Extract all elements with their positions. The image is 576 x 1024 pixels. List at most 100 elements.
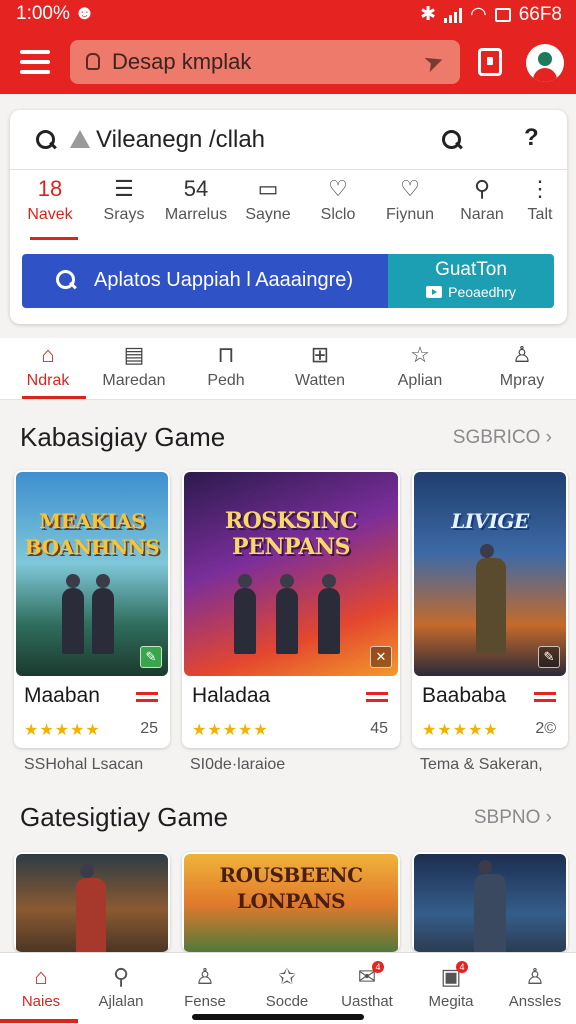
art-title: LIVIGE <box>451 509 529 533</box>
art-title: MEAKIAS BOANHNNS <box>24 509 160 559</box>
shortcut-slclo[interactable]: ♡ Slclo <box>302 172 374 238</box>
see-all-link[interactable]: SBPNO › <box>474 807 552 829</box>
bluetooth-icon: ✱ <box>420 4 437 25</box>
game-art: MEAKIAS BOANHNNS ✎ <box>16 472 168 676</box>
nav-fense[interactable]: ♙ Fense <box>164 961 246 1021</box>
rating-stars: ★★★★★ <box>192 722 269 739</box>
game-subtitle: SSHohal Lsacan <box>24 756 144 773</box>
heart-icon: ♡ <box>400 176 420 201</box>
url-text: Desap kmplak <box>112 49 252 74</box>
status-right-text: 66F8 <box>518 3 562 25</box>
see-all-label: SBPNO <box>473 807 541 828</box>
shortcut-srays[interactable]: ☰ Srays <box>88 172 160 238</box>
chat-icon: ▭ <box>257 176 279 201</box>
game-art <box>16 854 168 952</box>
shortcut-fiynun[interactable]: ♡ Fiynun <box>374 172 446 238</box>
nav-ajlalan[interactable]: ⚲ Ajlalan <box>80 961 162 1021</box>
search-icon <box>36 130 56 150</box>
tab-aplian[interactable]: ☆ Aplian <box>372 338 468 398</box>
see-all-link[interactable]: SGBRICO › <box>453 427 552 449</box>
heart-icon: ♡ <box>328 176 348 201</box>
game-card[interactable]: ROSKSINC PENPANS ✕ Haladaa ★★★★★ 45 <box>182 470 400 748</box>
edit-icon[interactable]: ✎ <box>140 646 162 668</box>
home-indicator[interactable] <box>192 1014 364 1020</box>
search-submit-icon[interactable] <box>442 130 462 150</box>
promo-search[interactable]: Aplatos Uappiah l Aaaaingre) <box>22 254 388 308</box>
nav-label: Naies <box>21 993 61 1010</box>
tab-mpray[interactable]: ♙ Mpray <box>474 338 570 398</box>
shortcut-label: Marrelus <box>164 206 228 223</box>
play-icon <box>426 286 443 298</box>
nav-anssles[interactable]: ♙ Anssles <box>494 961 576 1021</box>
tab-label: Mpray <box>499 372 545 389</box>
rating-stars: ★★★★★ <box>24 722 101 739</box>
game-name: Baababa <box>422 684 507 707</box>
tab-maredan[interactable]: ▤ Maredan <box>86 338 182 398</box>
shortcut-marrelus[interactable]: 54 Marrelus <box>160 172 232 238</box>
rating-count: 25 <box>140 720 158 737</box>
rating-count: 2© <box>535 720 556 737</box>
category-tabs: ⌂ Ndrak ▤ Maredan ⊓ Pedh ⊞ Watten ☆ Apli… <box>0 338 576 400</box>
rating-stars: ★★★★★ <box>422 722 499 739</box>
shortcut-talt[interactable]: ⋮ Talt <box>504 172 576 238</box>
menu-icon[interactable] <box>20 50 50 74</box>
help-icon[interactable]: ? <box>524 124 539 152</box>
nav-label: Megita <box>428 993 474 1010</box>
status-time: 1:00% <box>16 3 70 24</box>
game-art: LIVIGE ✎ <box>414 472 566 676</box>
nav-uasthat[interactable]: ✉ 4 Uasthat <box>326 961 408 1021</box>
notification-icon: ☻ <box>74 2 96 24</box>
image-icon <box>70 130 90 148</box>
shortcut-label: Sayne <box>245 206 291 223</box>
search-query: Vileanegn /cllah <box>96 126 266 153</box>
avatar[interactable] <box>526 44 564 82</box>
url-bar[interactable]: Desap kmplak ➤ <box>70 40 460 84</box>
game-card[interactable]: ROUSBEENC LONPANS <box>182 852 400 952</box>
nav-naies[interactable]: ⌂ Naies <box>0 961 82 1021</box>
tab-watten[interactable]: ⊞ Watten <box>272 338 368 398</box>
nav-label: Anssles <box>508 993 562 1010</box>
send-icon[interactable]: ➤ <box>420 45 449 79</box>
game-name: Maaban <box>24 684 100 707</box>
star-icon: ☆ <box>410 342 430 367</box>
tab-label: Watten <box>294 372 346 389</box>
box-icon: ▣ 4 <box>410 961 492 993</box>
game-card[interactable]: MEAKIAS BOANHNNS ✎ Maaban ★★★★★ 25 <box>14 470 170 748</box>
flag-icon <box>534 692 556 704</box>
promo-button[interactable]: GuatTon Peoaedhry <box>388 254 554 308</box>
nav-label: Fense <box>184 993 226 1010</box>
promo-text: Aplatos Uappiah l Aaaaingre) <box>94 269 354 291</box>
game-card[interactable] <box>14 852 170 952</box>
shortcut-navek[interactable]: 18 Navek <box>14 172 86 240</box>
shortcut-number: 18 <box>37 176 63 201</box>
shortcut-sayne[interactable]: ▭ Sayne <box>232 172 304 238</box>
art-title: ROUSBEENC LONPANS <box>219 863 363 913</box>
wifi-icon: ◠ <box>470 4 487 25</box>
nav-socde[interactable]: ✩ Socde <box>246 961 328 1021</box>
app-header: 1:00% ☻ ✱ ◠ 66F8 Desap kmplak ➤ <box>0 0 576 94</box>
game-card[interactable] <box>412 852 568 952</box>
promo-button-title: GuatTon <box>435 259 507 280</box>
promo-button-sub: Peoaedhry <box>448 284 516 300</box>
grid-icon: ⊞ <box>310 342 330 367</box>
nav-megita[interactable]: ▣ 4 Megita <box>410 961 492 1021</box>
nav-label: Ajlalan <box>98 993 144 1010</box>
notification-badge: 4 <box>456 961 468 973</box>
search-icon: ⚲ <box>112 964 130 989</box>
tab-pedh[interactable]: ⊓ Pedh <box>178 338 274 398</box>
game-card[interactable]: LIVIGE ✎ Baababa ★★★★★ 2© <box>412 470 568 748</box>
shortcut-number: 54 <box>183 176 209 201</box>
more-icon: ⋮ <box>529 176 551 201</box>
home-icon: ⌂ <box>34 964 48 989</box>
tools-icon[interactable]: ✎ <box>538 646 560 668</box>
see-all-label: SGBRICO <box>452 427 541 448</box>
search-input[interactable]: Vileanegn /cllah ? <box>10 110 567 170</box>
tabs-icon[interactable] <box>478 48 502 76</box>
section-title: Gatesigtiay Game <box>20 802 229 832</box>
rating-count: 45 <box>370 720 388 737</box>
promo-banner[interactable]: Aplatos Uappiah l Aaaaingre) GuatTon Peo… <box>22 254 554 308</box>
tab-label: Aplian <box>397 372 443 389</box>
tab-ndrak[interactable]: ⌂ Ndrak <box>0 338 96 399</box>
signal-icon <box>444 7 463 23</box>
tools-icon[interactable]: ✕ <box>370 646 392 668</box>
